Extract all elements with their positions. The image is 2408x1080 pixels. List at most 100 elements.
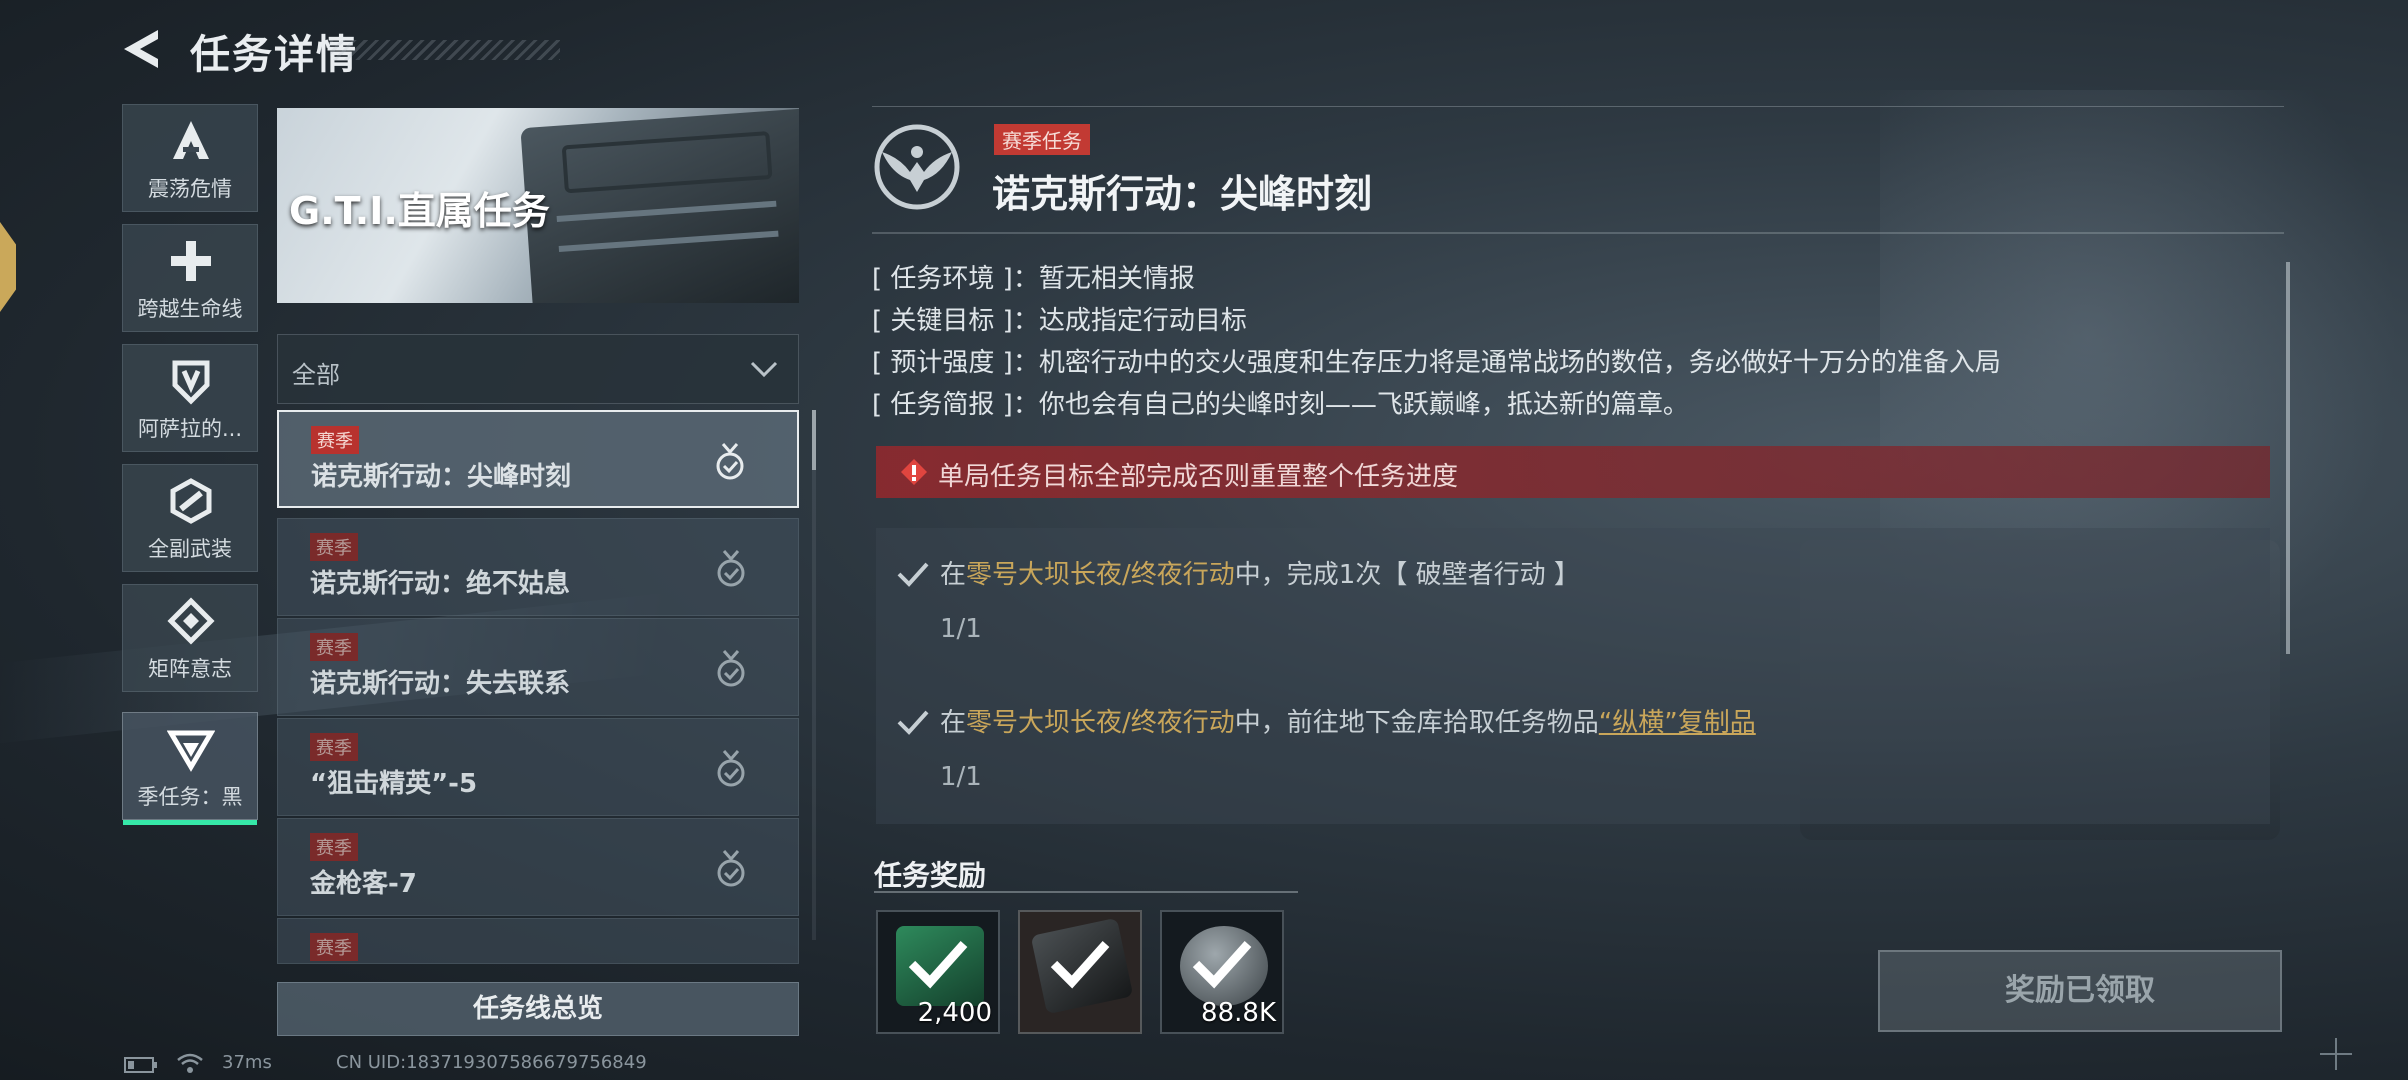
- objective-item: 在零号大坝长夜/终夜行动中，完成1次【 破壁者行动 】 1/1: [876, 528, 2270, 676]
- category-label: 阿萨拉的...: [137, 417, 243, 441]
- diamond-arrows-icon: [167, 597, 215, 645]
- mission-list-scrollbar[interactable]: [812, 410, 816, 940]
- reward-slot[interactable]: [1018, 910, 1142, 1034]
- info-row-intensity: [ 预计强度 ]：机密行动中的交火强度和生存压力将是通常战场的数倍，务必做好十万…: [872, 342, 2001, 379]
- crate-illustration: [520, 108, 799, 303]
- cross-icon: [171, 241, 211, 281]
- medal-check-icon: [717, 750, 745, 787]
- mission-list-item[interactable]: 赛季 诺克斯行动：尖峰时刻: [277, 410, 799, 508]
- triangle-a-icon: [173, 121, 209, 159]
- objective-item: 在零号大坝长夜/终夜行动中，前往地下金库拾取任务物品“纵横”复制品 1/1: [876, 676, 2270, 824]
- info-row-environment: [ 任务环境 ]：暂无相关情报: [872, 258, 1195, 295]
- category-item-6[interactable]: 季任务：黑: [122, 712, 258, 825]
- mission-name: 诺克斯行动：绝不姑息: [310, 569, 571, 599]
- info-key: [ 预计强度 ]: [872, 348, 1013, 378]
- info-key: [ 任务简报 ]: [872, 390, 1013, 420]
- ping-readout: 37ms: [222, 1052, 272, 1073]
- reward-quantity: 88.8K: [1201, 998, 1276, 1028]
- season-tag: 赛季: [310, 833, 358, 861]
- category-label: 全副武装: [148, 537, 232, 561]
- mission-line-overview-button[interactable]: 任务线总览: [277, 982, 799, 1036]
- side-hex-marker: [0, 222, 16, 312]
- category-item-4[interactable]: 全副武装: [122, 464, 258, 572]
- category-item-2[interactable]: 跨越生命线: [122, 224, 258, 332]
- wifi-icon: [177, 1053, 203, 1073]
- warning-icon: [901, 459, 927, 485]
- info-row-briefing: [ 任务简报 ]：你也会有自己的尖峰时刻——飞跃巅峰，抵达新的篇章。: [872, 384, 1689, 421]
- mission-name: 诺克斯行动：失去联系: [310, 669, 571, 699]
- check-icon: [897, 562, 929, 587]
- info-row-objective: [ 关键目标 ]：达成指定行动目标: [872, 300, 1247, 337]
- season-tag: 赛季: [310, 733, 358, 761]
- mission-filter-dropdown[interactable]: 全部: [277, 334, 799, 404]
- reward-quantity: 2,400: [917, 998, 992, 1028]
- category-label: 矩阵意志: [148, 657, 232, 681]
- rewards-underline: [874, 891, 1298, 893]
- rewards-title: 任务奖励: [874, 859, 987, 892]
- medal-check-icon: [717, 650, 745, 687]
- mission-line-banner: G.T.I.直属任务: [277, 108, 799, 303]
- category-item-3[interactable]: 阿萨拉的...: [122, 344, 258, 452]
- detail-divider: [872, 232, 2284, 234]
- season-mission-badge: 赛季任务: [994, 124, 1090, 155]
- title-decoration: [330, 40, 560, 60]
- shield-v-icon: [172, 360, 210, 405]
- objective-text: 在零号大坝长夜/终夜行动中，前往地下金库拾取任务物品“纵横”复制品: [940, 708, 1756, 738]
- mission-detail-title: 诺克斯行动：尖峰时刻: [992, 172, 1373, 216]
- objective-progress: 1/1: [940, 614, 982, 644]
- claimed-check-icon: [1050, 940, 1110, 989]
- medal-check-icon: [717, 850, 745, 887]
- mission-list-item[interactable]: 赛季: [277, 918, 799, 964]
- info-key: [ 关键目标 ]: [872, 306, 1013, 336]
- plus-icon: [2320, 1038, 2352, 1070]
- mission-list-item[interactable]: 赛季 金枪客-7: [277, 818, 799, 916]
- medal-check-icon: [716, 443, 744, 480]
- info-key: [ 任务环境 ]: [872, 264, 1013, 294]
- map-name: 零号大坝长夜/终夜行动: [966, 560, 1235, 590]
- category-label: 季任务：黑: [137, 785, 243, 809]
- mission-list-item[interactable]: 赛季 诺克斯行动：失去联系: [277, 618, 799, 716]
- season-tag: 赛季: [311, 426, 359, 454]
- active-underline: [123, 820, 257, 825]
- check-icon: [897, 710, 929, 735]
- hex-link-icon: [170, 478, 212, 524]
- map-name: 零号大坝长夜/终夜行动: [966, 708, 1235, 738]
- mission-list-scroll-thumb[interactable]: [812, 410, 816, 470]
- detail-top-line: [872, 106, 2284, 107]
- category-item-5[interactable]: 矩阵意志: [122, 584, 258, 692]
- rewards-claimed-button[interactable]: 奖励已领取: [1878, 950, 2282, 1032]
- info-value: 机密行动中的交火强度和生存压力将是通常战场的数倍，务必做好十万分的准备入局: [1038, 348, 2001, 378]
- mission-name: 诺克斯行动：尖峰时刻: [311, 462, 572, 492]
- warning-text: 单局任务目标全部完成否则重置整个任务进度: [938, 462, 1459, 492]
- info-value: 你也会有自己的尖峰时刻——飞跃巅峰，抵达新的篇章。: [1038, 390, 1689, 420]
- filter-value: 全部: [292, 361, 340, 389]
- eagle-emblem-icon: [874, 124, 960, 210]
- reset-warning-banner: 单局任务目标全部完成否则重置整个任务进度: [876, 446, 2270, 498]
- reward-slot[interactable]: 88.8K: [1160, 910, 1284, 1034]
- banner-title: G.T.I.直属任务: [289, 189, 550, 233]
- mission-name: 金枪客-7: [310, 869, 417, 899]
- medal-check-icon: [717, 550, 745, 587]
- chevron-down-icon: [750, 361, 778, 378]
- claimed-check-icon: [1192, 940, 1252, 989]
- mission-list-item[interactable]: 赛季 “狙击精英”-5: [277, 718, 799, 816]
- season-tag: 赛季: [310, 933, 358, 961]
- objective-text: 在零号大坝长夜/终夜行动中，完成1次【 破壁者行动 】: [940, 560, 1580, 590]
- category-label: 震荡危情: [148, 177, 232, 201]
- battery-icon: [124, 1057, 157, 1073]
- back-arrow-icon[interactable]: [118, 26, 164, 72]
- info-value: 暂无相关情报: [1038, 264, 1195, 294]
- season-tag: 赛季: [310, 533, 358, 561]
- uid-readout: CN UID:183719307586679756849: [336, 1052, 647, 1073]
- detail-scrollbar[interactable]: [2286, 262, 2290, 654]
- category-item-1[interactable]: 震荡危情: [122, 104, 258, 212]
- reward-slot[interactable]: 2,400: [876, 910, 1000, 1034]
- objective-progress: 1/1: [940, 762, 982, 792]
- item-link[interactable]: “纵横”复制品: [1599, 708, 1756, 738]
- mission-list-item[interactable]: 赛季 诺克斯行动：绝不姑息: [277, 518, 799, 616]
- info-value: 达成指定行动目标: [1038, 306, 1247, 336]
- season-tag: 赛季: [310, 633, 358, 661]
- mission-name: “狙击精英”-5: [310, 769, 478, 799]
- category-label: 跨越生命线: [137, 297, 243, 321]
- claimed-check-icon: [908, 940, 968, 989]
